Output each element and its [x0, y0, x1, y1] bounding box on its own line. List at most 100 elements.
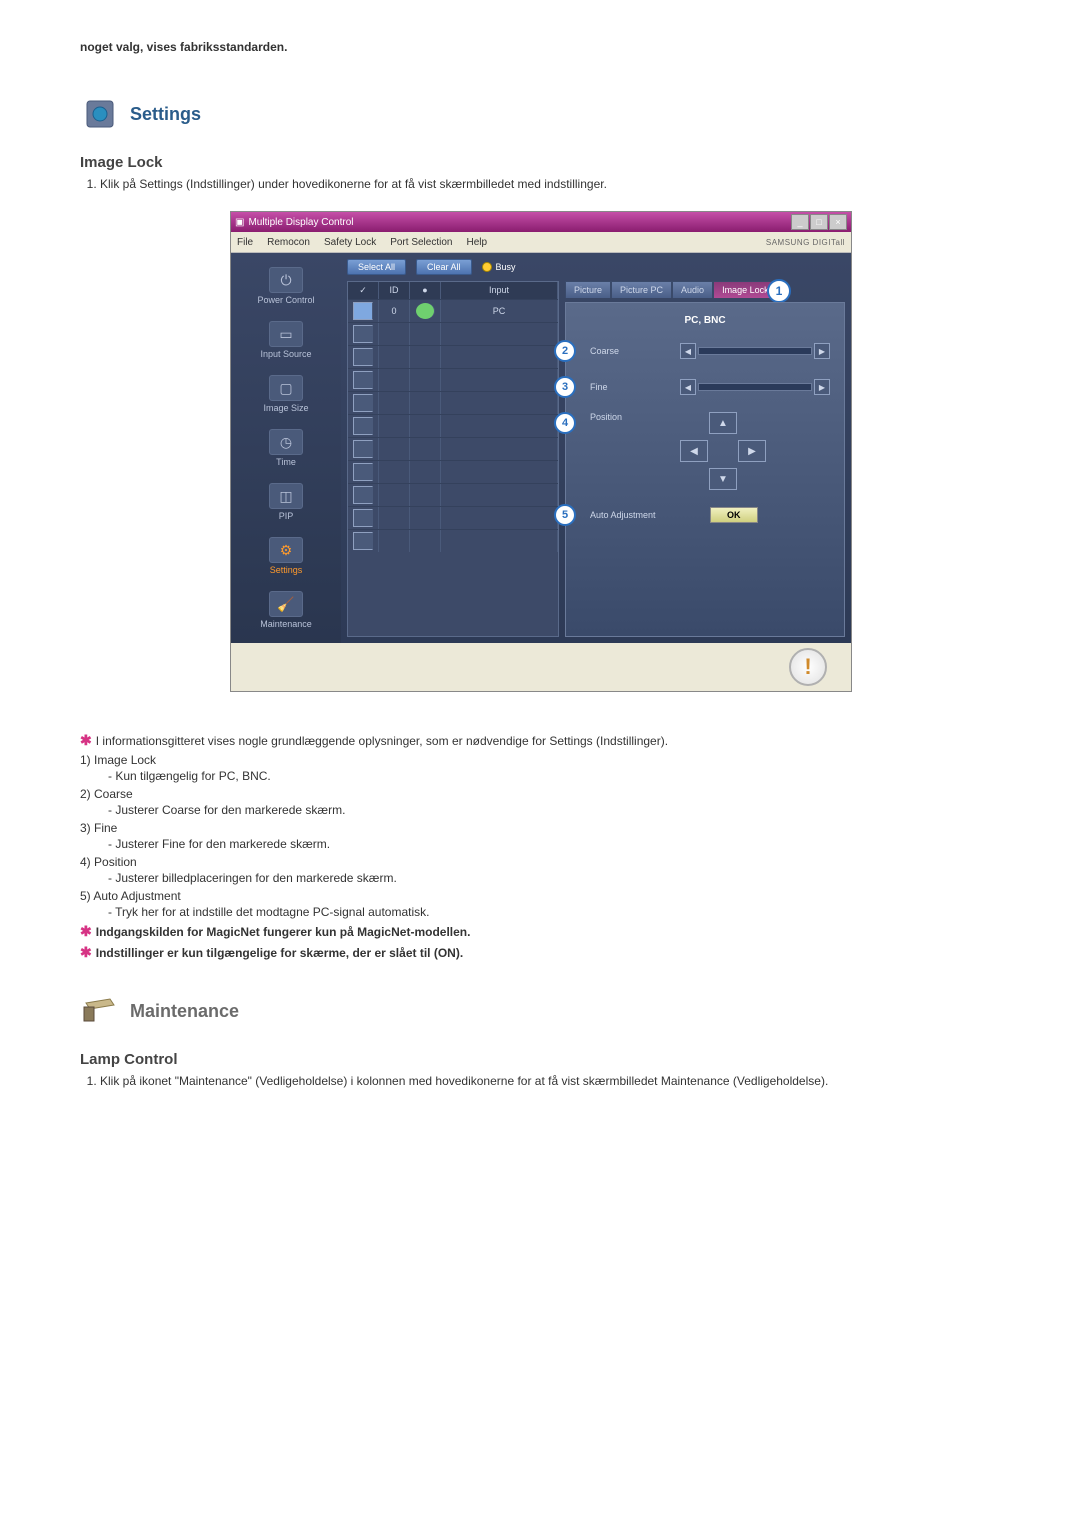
menu-safetylock[interactable]: Safety Lock — [324, 237, 376, 248]
select-all-button[interactable]: Select All — [347, 259, 406, 275]
grid-header-status: ● — [410, 282, 441, 299]
image-lock-heading: Image Lock — [80, 154, 1000, 171]
position-up[interactable]: ▲ — [709, 412, 737, 434]
status-bar: ! — [231, 643, 851, 691]
sidebar-item-pip[interactable]: ◫ PIP — [235, 477, 337, 527]
desc-title: Coarse — [94, 787, 133, 801]
sidebar-item-power-control[interactable]: ⏻ Power Control — [235, 261, 337, 311]
busy-indicator: Busy — [482, 262, 516, 272]
row-checkbox[interactable] — [353, 440, 373, 458]
desc-item-1: 1) Image Lock - Kun tilgængelig for PC, … — [80, 753, 1000, 783]
desc-intro: ✱ I informationsgitteret vises nogle grun… — [80, 732, 1000, 749]
sidebar-item-settings[interactable]: ⚙ Settings — [235, 531, 337, 581]
image-size-icon: ▢ — [269, 375, 303, 401]
row-checkbox[interactable] — [353, 394, 373, 412]
settings-step-1: Klik på Settings (Indstillinger) under h… — [100, 177, 1000, 191]
settings-title: Settings — [130, 104, 201, 125]
sidebar-label-settings: Settings — [235, 565, 337, 575]
pip-icon: ◫ — [269, 483, 303, 509]
minimize-button[interactable]: _ — [791, 214, 809, 230]
panel-title: PC, BNC — [580, 315, 830, 326]
star-icon: ✱ — [80, 732, 92, 748]
top-note: noget valg, vises fabriksstandarden. — [80, 40, 1000, 54]
tabs: Picture Picture PC Audio Image Lock 1 — [565, 281, 845, 298]
row-checkbox[interactable] — [353, 371, 373, 389]
time-icon: ◷ — [269, 429, 303, 455]
maintenance-step-1: Klik på ikonet "Maintenance" (Vedligehol… — [100, 1074, 1000, 1088]
row-input: PC — [441, 300, 558, 322]
menu-help[interactable]: Help — [466, 237, 487, 248]
app-title: Multiple Display Control — [248, 217, 353, 228]
sidebar-label-power: Power Control — [235, 295, 337, 305]
row-checkbox[interactable] — [353, 532, 373, 550]
row-checkbox[interactable] — [353, 348, 373, 366]
fine-slider[interactable]: ◀ ▶ — [680, 379, 830, 395]
badge-4: 4 — [554, 412, 576, 434]
position-right[interactable]: ▶ — [738, 440, 766, 462]
grid-row-empty — [348, 322, 558, 345]
desc-num: 2) — [80, 787, 91, 801]
desc-item-2: 2) Coarse - Justerer Coarse for den mark… — [80, 787, 1000, 817]
row-checkbox[interactable] — [353, 463, 373, 481]
maintenance-header: Maintenance — [80, 991, 1000, 1031]
coarse-increase[interactable]: ▶ — [814, 343, 830, 359]
tab-audio[interactable]: Audio — [672, 281, 713, 298]
sidebar-label-imagesize: Image Size — [235, 403, 337, 413]
ok-button[interactable]: OK — [710, 507, 758, 523]
note-1: ✱Indgangskilden for MagicNet fungerer ku… — [80, 923, 1000, 940]
coarse-slider[interactable]: ◀ ▶ — [680, 343, 830, 359]
desc-item-3: 3) Fine - Justerer Fine for den markered… — [80, 821, 1000, 851]
menu-remocon[interactable]: Remocon — [267, 237, 310, 248]
row-checkbox[interactable] — [353, 417, 373, 435]
row-checkbox[interactable] — [353, 302, 373, 320]
menu-portselection[interactable]: Port Selection — [390, 237, 452, 248]
lamp-control-heading: Lamp Control — [80, 1051, 1000, 1068]
tab-picture[interactable]: Picture — [565, 281, 611, 298]
sidebar-label-maintenance: Maintenance — [235, 619, 337, 629]
grid-row-empty — [348, 529, 558, 552]
fine-decrease[interactable]: ◀ — [680, 379, 696, 395]
desc-title: Image Lock — [94, 753, 156, 767]
row-checkbox[interactable] — [353, 325, 373, 343]
fine-increase[interactable]: ▶ — [814, 379, 830, 395]
coarse-track[interactable] — [698, 347, 812, 355]
sidebar-item-time[interactable]: ◷ Time — [235, 423, 337, 473]
fine-track[interactable] — [698, 383, 812, 391]
grid-row-empty — [348, 460, 558, 483]
badge-2: 2 — [554, 340, 576, 362]
desc-intro-text: I informationsgitteret vises nogle grund… — [96, 734, 668, 748]
sidebar-item-image-size[interactable]: ▢ Image Size — [235, 369, 337, 419]
coarse-decrease[interactable]: ◀ — [680, 343, 696, 359]
menu-file[interactable]: File — [237, 237, 253, 248]
sidebar-item-input-source[interactable]: ▭ Input Source — [235, 315, 337, 365]
desc-sub: - Justerer Coarse for den markerede skær… — [108, 803, 1000, 817]
position-down[interactable]: ▼ — [709, 468, 737, 490]
power-icon: ⏻ — [269, 267, 303, 293]
desc-num: 3) — [80, 821, 91, 835]
sidebar: ⏻ Power Control ▭ Input Source ▢ Image S… — [231, 253, 341, 643]
window-controls: _ □ × — [791, 214, 847, 230]
maximize-button[interactable]: □ — [810, 214, 828, 230]
maintenance-title: Maintenance — [130, 1001, 239, 1022]
tab-picture-pc[interactable]: Picture PC — [611, 281, 672, 298]
desc-num: 1) — [80, 753, 91, 767]
grid-header-input: Input — [441, 282, 558, 299]
close-button[interactable]: × — [829, 214, 847, 230]
sidebar-label-input: Input Source — [235, 349, 337, 359]
badge-3: 3 — [554, 376, 576, 398]
settings-steps: Klik på Settings (Indstillinger) under h… — [80, 177, 1000, 191]
settings-header: Settings — [80, 94, 1000, 134]
grid-row[interactable]: 0 PC — [348, 299, 558, 322]
row-checkbox[interactable] — [353, 509, 373, 527]
position-left[interactable]: ◀ — [680, 440, 708, 462]
brand-label: SAMSUNG DIGITall — [766, 238, 845, 247]
row-status-icon — [416, 303, 435, 319]
sidebar-item-maintenance[interactable]: 🧹 Maintenance — [235, 585, 337, 635]
clear-all-button[interactable]: Clear All — [416, 259, 472, 275]
titlebar: ▣ Multiple Display Control _ □ × — [231, 212, 851, 232]
desc-item-4: 4) Position - Justerer billedplaceringen… — [80, 855, 1000, 885]
auto-label: Auto Adjustment — [590, 510, 700, 520]
position-label: Position — [590, 412, 670, 422]
row-checkbox[interactable] — [353, 486, 373, 504]
grid-header: ✓ ID ● Input — [348, 282, 558, 299]
